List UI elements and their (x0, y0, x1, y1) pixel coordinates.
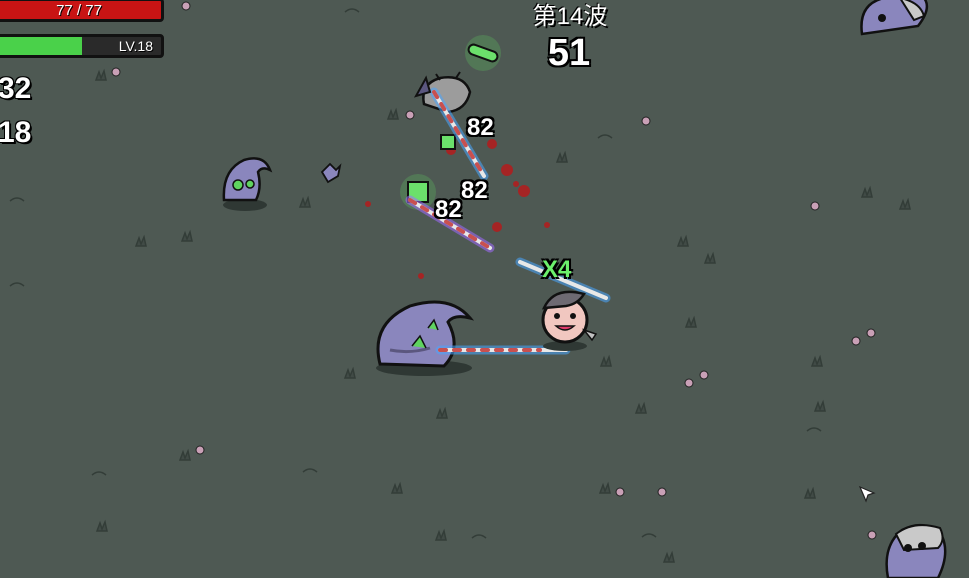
wave-title: 第14波 (532, 3, 608, 30)
damage-number: 82 (435, 196, 462, 223)
damage-number: 82 (461, 177, 488, 204)
damage-number: 82 (467, 114, 494, 141)
wave-timer: 51 (547, 32, 591, 74)
materials-count: 32 (0, 72, 32, 105)
bag-count: 18 (0, 116, 32, 149)
game-arena (0, 0, 969, 578)
combo-multiplier: X4 (542, 256, 572, 283)
